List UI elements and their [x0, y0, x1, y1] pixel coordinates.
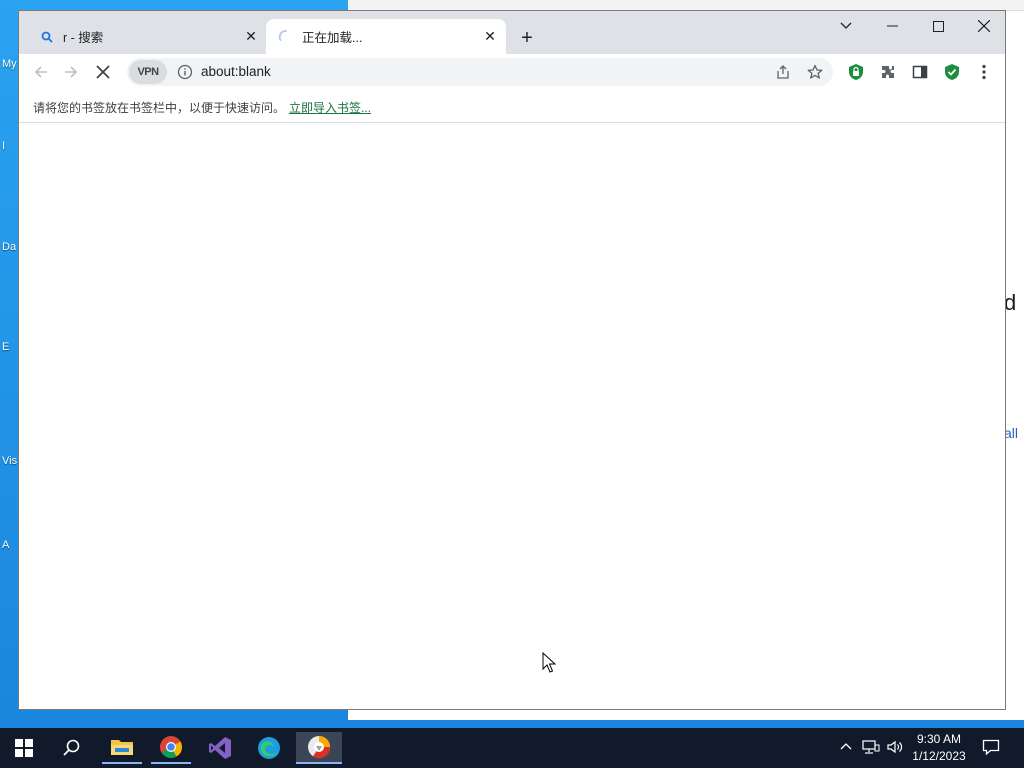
- network-icon[interactable]: [862, 739, 880, 758]
- search-icon: [39, 29, 55, 45]
- browser-window: r - 搜索 ✕ 正在加载... ✕ + VPN about:blank 请将您…: [18, 10, 1006, 710]
- maximize-button[interactable]: [915, 11, 961, 41]
- file-explorer-icon[interactable]: [102, 732, 142, 764]
- extensions-puzzle-icon[interactable]: [874, 58, 902, 86]
- edge-icon[interactable]: [249, 732, 289, 764]
- loading-spinner-icon: [278, 29, 294, 45]
- stop-loading-button[interactable]: [89, 58, 117, 86]
- tab-search[interactable]: r - 搜索 ✕: [27, 19, 267, 54]
- password-lock-extension-icon[interactable]: [842, 58, 870, 86]
- mouse-cursor-icon: [542, 652, 556, 673]
- new-tab-button[interactable]: +: [515, 26, 539, 50]
- share-icon[interactable]: [775, 64, 791, 85]
- volume-icon[interactable]: [886, 739, 904, 758]
- search-icon[interactable]: [52, 732, 92, 764]
- close-window-button[interactable]: [961, 11, 1007, 41]
- browser-titlebar[interactable]: r - 搜索 ✕ 正在加载... ✕ +: [19, 11, 1005, 54]
- desktop-icon-label[interactable]: Da: [2, 240, 16, 254]
- forward-button[interactable]: [57, 58, 85, 86]
- visual-studio-icon[interactable]: [200, 732, 240, 764]
- notifications-icon[interactable]: [982, 738, 1000, 759]
- clock-date: 1/12/2023: [912, 749, 966, 763]
- close-tab-icon[interactable]: ✕: [241, 27, 261, 47]
- background-window-link-fragment[interactable]: all: [1004, 425, 1018, 441]
- address-bar[interactable]: VPN about:blank: [127, 58, 833, 86]
- browser-toolbar: VPN about:blank: [19, 54, 1005, 90]
- side-panel-icon[interactable]: [906, 58, 934, 86]
- minimize-button[interactable]: [869, 11, 915, 41]
- clock-time: 9:30 AM: [916, 732, 962, 746]
- desktop-icon-label[interactable]: E: [2, 340, 9, 354]
- tab-title: r - 搜索: [63, 31, 104, 45]
- info-icon[interactable]: [177, 64, 193, 85]
- taskbar: 9:30 AM 1/12/2023: [0, 728, 1024, 768]
- bookmark-star-icon[interactable]: [807, 64, 823, 85]
- bookmarks-bar: 请将您的书签放在书签栏中，以便于快速访问。 立即导入书签...: [19, 90, 1005, 123]
- start-icon[interactable]: [4, 732, 44, 764]
- shield-check-extension-icon[interactable]: [938, 58, 966, 86]
- desktop-icon-label[interactable]: A: [2, 538, 9, 552]
- tab-title: 正在加载...: [302, 31, 363, 45]
- more-menu-icon[interactable]: [970, 58, 998, 86]
- tab-loading[interactable]: 正在加载... ✕: [266, 19, 506, 54]
- bookmarks-bar-prompt: 请将您的书签放在书签栏中，以便于快速访问。: [33, 101, 286, 115]
- import-bookmarks-link[interactable]: 立即导入书签...: [289, 99, 371, 116]
- back-button[interactable]: [27, 58, 55, 86]
- desktop-icon-label[interactable]: I: [2, 140, 5, 152]
- vpn-button[interactable]: VPN: [129, 60, 167, 84]
- page-content[interactable]: [19, 123, 1005, 709]
- tab-search-dropdown-icon[interactable]: [823, 11, 869, 41]
- url-text[interactable]: about:blank: [201, 64, 271, 79]
- system-clock[interactable]: 9:30 AM 1/12/2023: [906, 731, 972, 765]
- show-hidden-icons-chevron-icon[interactable]: [840, 739, 852, 753]
- chrome-icon[interactable]: [151, 732, 191, 764]
- browser-icon[interactable]: [296, 732, 342, 764]
- close-tab-icon[interactable]: ✕: [480, 27, 500, 47]
- desktop-icon-label[interactable]: Vis: [2, 455, 17, 467]
- desktop-icon-label[interactable]: My: [2, 58, 17, 70]
